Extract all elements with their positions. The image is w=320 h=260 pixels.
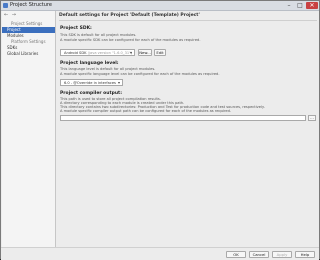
sdk-value-hint: (java version "1.6.0_31") — [87, 51, 133, 55]
dialog-footer: OK Cancel Apply Help — [1, 247, 319, 260]
language-level-dropdown[interactable]: 6.0 - @Override in interfaces ▾ — [60, 79, 123, 86]
ok-button[interactable]: OK — [226, 251, 246, 258]
language-desc-1: This language level is default for all p… — [60, 67, 156, 71]
sdk-value: Android SDK — [64, 51, 87, 55]
sidebar-item-global-libraries[interactable]: Global Libraries — [2, 51, 55, 57]
apply-button[interactable]: Apply — [272, 251, 292, 258]
sdk-desc-2: A module specific SDK can be configured … — [60, 38, 201, 42]
browse-button[interactable]: ... — [308, 115, 316, 121]
output-desc-4: A module specific compiler output path c… — [60, 109, 232, 113]
app-icon — [3, 3, 8, 8]
cancel-button[interactable]: Cancel — [249, 251, 269, 258]
compiler-output-input[interactable] — [60, 115, 306, 121]
close-button[interactable]: ✕ — [306, 2, 318, 9]
maximize-button[interactable]: □ — [295, 2, 305, 9]
nav-buttons: ← → — [4, 12, 52, 19]
window-title: Project Structure — [10, 2, 52, 8]
page-title: Default settings for Project 'Default (T… — [59, 13, 200, 18]
chevron-down-icon: ▾ — [129, 50, 132, 55]
sdk-section-title: Project SDK: — [60, 26, 92, 31]
forward-arrow-icon[interactable]: → — [12, 12, 16, 18]
language-desc-2: A module specific language level can be … — [60, 72, 220, 76]
project-structure-window: Project Structure – □ ✕ ← → Project Sett… — [0, 0, 320, 260]
help-button[interactable]: Help — [295, 251, 315, 258]
divider — [59, 20, 317, 21]
settings-panel: Default settings for Project 'Default (T… — [57, 11, 319, 247]
sdk-new-button[interactable]: New... — [138, 49, 152, 56]
back-arrow-icon[interactable]: ← — [4, 12, 8, 18]
title-bar: Project Structure – □ ✕ — [1, 1, 319, 11]
language-section-title: Project language level: — [60, 61, 119, 66]
sdk-edit-button[interactable]: Edit — [154, 49, 166, 56]
sdk-desc-1: This SDK is default for all project modu… — [60, 33, 137, 37]
sdk-dropdown[interactable]: Android SDK (java version "1.6.0_31") ▾ — [60, 49, 135, 56]
minimize-button[interactable]: – — [284, 2, 294, 9]
language-level-value: 6.0 - @Override in interfaces — [64, 81, 116, 85]
output-section-title: Project compiler output: — [60, 91, 123, 96]
chevron-down-icon: ▾ — [117, 80, 120, 85]
sidebar: ← → Project Settings Project Modules Pla… — [2, 11, 56, 247]
